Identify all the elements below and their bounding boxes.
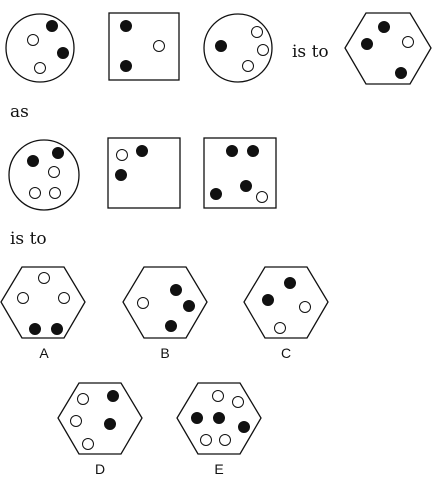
figure-3-circle [203, 13, 273, 83]
option-d[interactable]: D [57, 382, 143, 477]
as-text: as [10, 102, 29, 122]
figure-5-circle [8, 139, 80, 211]
analogy-puzzle: is to as is to A B C D E [0, 12, 432, 477]
option-a-label: A [39, 345, 49, 361]
figure-1-circle [5, 13, 75, 83]
figure-7-square [203, 137, 277, 209]
option-d-label: D [95, 461, 105, 477]
figure-6-square [107, 137, 181, 209]
option-a[interactable]: A [0, 266, 86, 361]
figure-4-hexagon [344, 12, 432, 85]
option-e[interactable]: E [176, 382, 262, 477]
option-c[interactable]: C [243, 266, 329, 361]
is-to-text-1: is to [292, 42, 329, 62]
option-c-label: C [281, 345, 291, 361]
option-b[interactable]: B [122, 266, 208, 361]
option-e-label: E [214, 461, 223, 477]
figure-2-square [108, 12, 180, 81]
option-b-label: B [160, 345, 169, 361]
is-to-text-2: is to [10, 229, 47, 249]
